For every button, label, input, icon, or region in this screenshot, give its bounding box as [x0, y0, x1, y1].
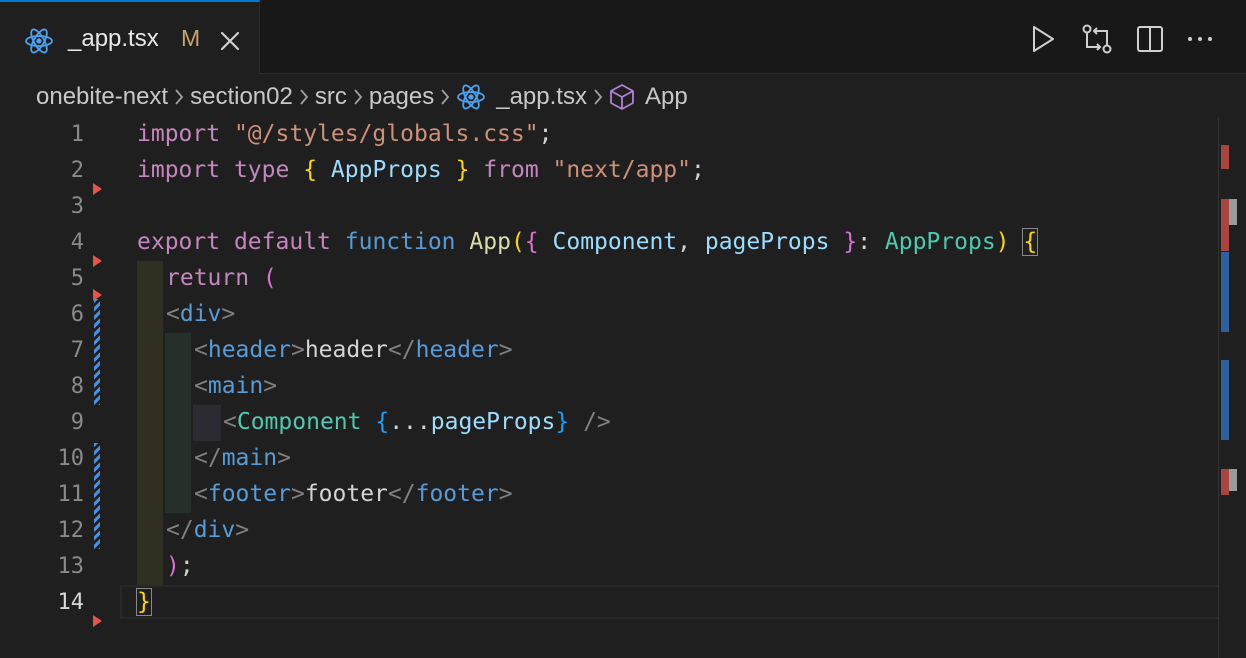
code-text: </main>	[194, 445, 291, 471]
chevron-right-icon	[293, 80, 315, 114]
code-line[interactable]: 3	[0, 189, 1218, 225]
tab-bar: _app.tsx M	[0, 0, 1246, 74]
code-text: <footer>footer</footer>	[194, 481, 513, 507]
code-line[interactable]: 12 </div>	[0, 513, 1218, 549]
modified-marker	[1221, 360, 1229, 440]
modified-badge: M	[181, 25, 201, 51]
compare-changes-icon[interactable]	[1080, 22, 1114, 56]
react-icon	[24, 26, 54, 61]
line-number: 4	[70, 230, 84, 255]
code-text: );	[166, 553, 194, 579]
line-number: 13	[57, 554, 85, 579]
breadcrumb-label: App	[644, 83, 688, 110]
tab-label: _app.tsx	[68, 25, 159, 52]
editor-window: _app.tsx M onebite-next section02 src pa…	[0, 0, 1246, 658]
code-text: import type { AppProps } from "next/app"…	[137, 157, 705, 183]
code-line[interactable]: 10 </main>	[0, 441, 1218, 477]
scrollbar-thumb[interactable]	[1229, 199, 1237, 225]
chevron-right-icon	[168, 80, 190, 114]
code-line[interactable]: 2 import type { AppProps } from "next/ap…	[0, 153, 1218, 189]
chevron-right-icon	[587, 80, 609, 114]
code-line[interactable]: 4 export default function App({ Componen…	[0, 225, 1218, 261]
code-editor[interactable]: 1 import "@/styles/globals.css"; 2 impor…	[0, 117, 1244, 658]
code-text: import "@/styles/globals.css";	[137, 121, 553, 147]
breadcrumb-item-app[interactable]: App	[609, 83, 688, 111]
line-number: 11	[57, 482, 85, 507]
breadcrumb-label: onebite-next	[36, 83, 169, 110]
line-number: 5	[70, 266, 84, 291]
line-number: 1	[70, 122, 84, 147]
line-number: 14	[57, 590, 85, 615]
code-text: export default function App({ Component,…	[137, 228, 1039, 256]
line-number: 12	[57, 518, 85, 543]
code-text: </div>	[166, 517, 250, 543]
code-line-active[interactable]: 14 }	[0, 585, 1244, 621]
line-number: 2	[70, 158, 84, 183]
line-number: 6	[70, 302, 84, 327]
breadcrumb-label: pages	[368, 83, 435, 110]
deleted-marker	[1221, 469, 1229, 495]
play-icon[interactable]	[1028, 22, 1058, 56]
chevron-right-icon	[434, 80, 456, 114]
tab-app-tsx[interactable]: _app.tsx M	[0, 0, 260, 74]
react-icon	[456, 82, 486, 112]
breadcrumb-item-app-tsx[interactable]: _app.tsx	[456, 82, 587, 112]
code-text: <header>header</header>	[194, 337, 513, 363]
breadcrumb-label: _app.tsx	[496, 83, 587, 110]
code-line[interactable]: 9 <Component {...pageProps} />	[0, 405, 1218, 441]
line-number: 9	[70, 410, 84, 435]
breadcrumb-item-onebite-next[interactable]: onebite-next	[36, 83, 168, 111]
code-line[interactable]: 6 <div>	[0, 297, 1218, 333]
line-number: 7	[70, 338, 84, 363]
breadcrumb: onebite-next section02 src pages _app.ts…	[36, 80, 688, 114]
code-text: <main>	[194, 373, 278, 399]
code-text: <div>	[166, 301, 236, 327]
breadcrumb-label: src	[314, 83, 347, 110]
breadcrumb-item-src[interactable]: src	[315, 83, 347, 111]
more-actions-icon[interactable]	[1185, 22, 1215, 56]
code-text: <Component {...pageProps} />	[223, 409, 611, 435]
split-editor-icon[interactable]	[1135, 22, 1165, 56]
code-line[interactable]: 5 return (	[0, 261, 1218, 297]
code-line[interactable]: 8 <main>	[0, 369, 1218, 405]
close-icon[interactable]	[216, 27, 244, 55]
line-number: 3	[70, 194, 84, 219]
chevron-right-icon	[347, 80, 369, 114]
code-line[interactable]: 1 import "@/styles/globals.css";	[0, 117, 1218, 153]
code-text: }	[136, 588, 152, 616]
breadcrumb-label: section02	[190, 83, 293, 110]
code-line[interactable]: 11 <footer>footer</footer>	[0, 477, 1218, 513]
code-line[interactable]: 13 );	[0, 549, 1218, 585]
code-text: return (	[166, 265, 277, 291]
current-line-highlight	[120, 585, 1244, 619]
deleted-marker	[1221, 145, 1229, 169]
line-number: 8	[70, 374, 84, 399]
cube-icon	[609, 83, 635, 111]
overview-ruler[interactable]	[1218, 117, 1246, 658]
deleted-marker	[1221, 199, 1229, 251]
cursor-marker	[1229, 469, 1237, 491]
breadcrumb-item-pages[interactable]: pages	[369, 83, 434, 111]
modified-marker	[1221, 252, 1229, 332]
breadcrumb-item-section02[interactable]: section02	[190, 83, 293, 111]
line-number: 10	[57, 446, 85, 471]
code-line[interactable]: 7 <header>header</header>	[0, 333, 1218, 369]
